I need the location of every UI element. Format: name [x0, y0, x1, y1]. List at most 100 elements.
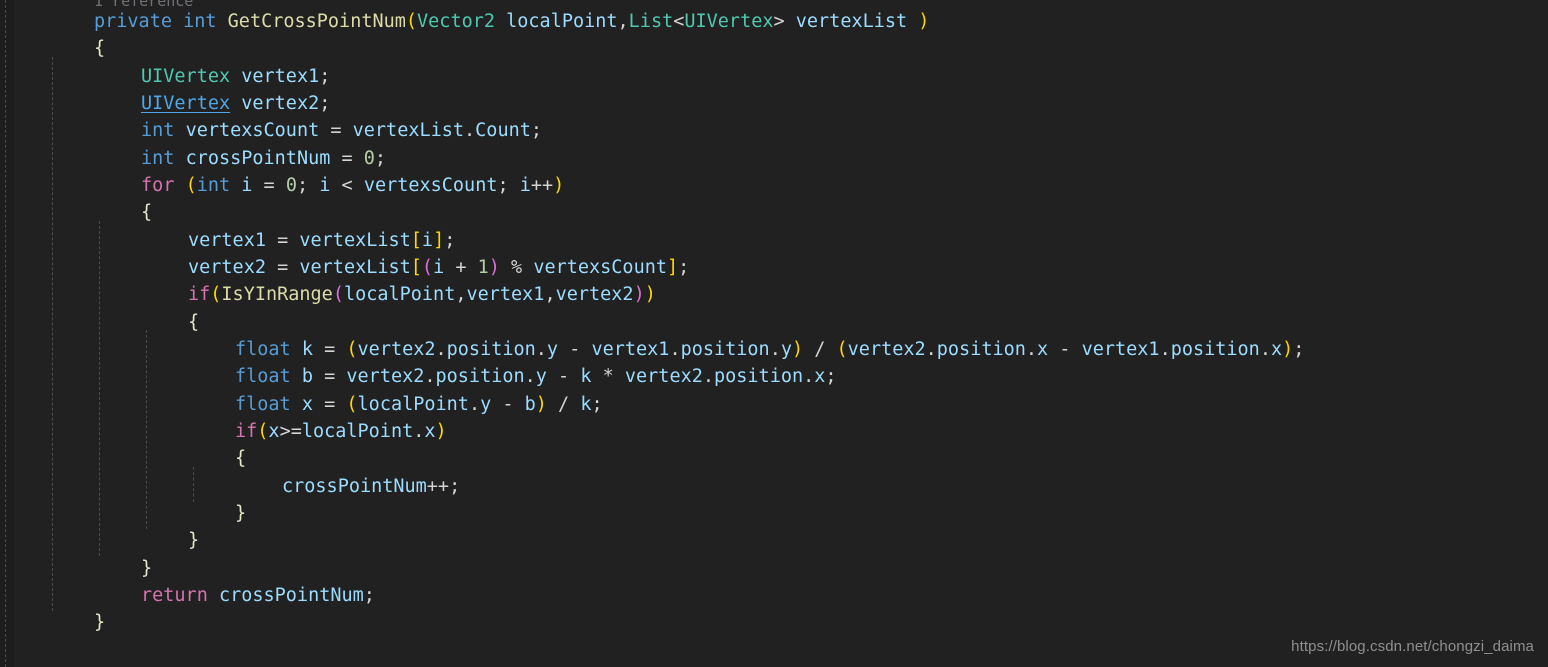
code-editor-viewport[interactable]: 1 reference private int GetCrossPointNum…: [0, 0, 1548, 667]
code-token: .: [435, 339, 447, 360]
code-token: vertexsCount: [185, 120, 320, 141]
code-line[interactable]: private int GetCrossPointNum(Vector2 loc…: [0, 8, 929, 35]
code-token: ,: [544, 284, 556, 305]
code-token: <: [330, 175, 364, 196]
code-token: (: [257, 421, 269, 442]
code-token: int: [141, 120, 175, 141]
code-token: ): [791, 339, 804, 360]
code-token: IsYInRange: [221, 284, 333, 305]
code-token: UIVertex: [141, 93, 231, 114]
code-token: -: [558, 339, 592, 360]
code-token: vertex1: [241, 66, 320, 87]
code-token: =: [312, 339, 347, 360]
code-token: ;: [374, 148, 387, 169]
code-token: (: [185, 175, 197, 196]
code-token: localPoint: [506, 11, 618, 32]
code-token: ;: [296, 175, 320, 196]
code-token: .: [424, 366, 436, 387]
code-line[interactable]: crossPointNum++;: [0, 473, 460, 500]
code-token: localPoint: [301, 421, 414, 442]
code-token: .: [769, 339, 781, 360]
code-token: (: [346, 394, 358, 415]
code-token: y: [480, 394, 492, 415]
code-line[interactable]: vertex1 = vertexList[i];: [0, 227, 455, 254]
code-token: vertexsCount: [533, 257, 667, 278]
code-line[interactable]: }: [0, 500, 246, 527]
code-token: vertex2: [847, 339, 926, 360]
code-line[interactable]: return crossPointNum;: [0, 582, 375, 609]
code-token: .: [925, 339, 937, 360]
code-token: crossPointNum: [185, 148, 331, 169]
code-token: [: [410, 230, 422, 251]
code-line[interactable]: UIVertex vertex2;: [0, 90, 330, 117]
code-token: ): [1282, 339, 1294, 360]
code-line[interactable]: if(IsYInRange(localPoint,vertex1,vertex2…: [0, 281, 656, 308]
code-line[interactable]: float x = (localPoint.y - b) / k;: [0, 391, 603, 418]
code-token: float: [235, 394, 291, 415]
code-token: ++;: [426, 476, 461, 497]
code-line[interactable]: }: [0, 555, 152, 582]
code-token: x: [1270, 339, 1283, 360]
code-token: vertex2: [624, 366, 703, 387]
code-line[interactable]: {: [0, 309, 199, 336]
code-token: vertex1: [188, 230, 266, 251]
code-token: i: [433, 257, 445, 278]
code-token: .: [702, 366, 714, 387]
code-line[interactable]: UIVertex vertex1;: [0, 63, 330, 90]
code-token: .: [1259, 339, 1271, 360]
code-token: vertex2: [357, 339, 436, 360]
code-token: i: [241, 175, 253, 196]
code-token: 0: [363, 148, 375, 169]
code-token: vertex2: [188, 257, 266, 278]
code-token: y: [546, 339, 559, 360]
code-token: .: [413, 421, 425, 442]
code-line[interactable]: {: [0, 35, 105, 62]
code-token: position: [435, 366, 525, 387]
code-line[interactable]: for (int i = 0; i < vertexsCount; i++): [0, 172, 564, 199]
code-token: .: [468, 394, 481, 415]
code-token: 1: [477, 257, 489, 278]
code-token: -: [491, 394, 525, 415]
code-token: vertex2: [555, 284, 634, 305]
code-token: %: [499, 257, 534, 278]
code-token: int: [183, 11, 217, 32]
code-token: =: [265, 257, 300, 278]
code-line[interactable]: vertex2 = vertexList[(i + 1) % vertexsCo…: [0, 254, 689, 281]
code-token: =: [265, 230, 300, 251]
code-line[interactable]: float b = vertex2.position.y - k * verte…: [0, 363, 837, 390]
code-token: ,: [455, 284, 467, 305]
code-token: -: [546, 366, 581, 387]
code-token: .: [535, 339, 547, 360]
code-token: =: [252, 175, 286, 196]
code-token: float: [235, 339, 291, 360]
code-token: (: [836, 339, 848, 360]
code-token: +: [444, 257, 478, 278]
code-token: for: [141, 175, 175, 196]
code-line[interactable]: }: [0, 527, 199, 554]
code-token: >: [773, 11, 785, 32]
code-line[interactable]: if(x>=localPoint.x): [0, 418, 447, 445]
code-token: position: [680, 339, 770, 360]
code-token: (: [346, 339, 358, 360]
code-token: k: [301, 339, 313, 360]
code-token: position: [936, 339, 1026, 360]
code-line[interactable]: int vertexsCount = vertexList.Count;: [0, 117, 542, 144]
code-line[interactable]: {: [0, 445, 246, 472]
code-token: crossPointNum: [218, 585, 364, 606]
code-line[interactable]: float k = (vertex2.position.y - vertex1.…: [0, 336, 1304, 363]
code-line[interactable]: int crossPointNum = 0;: [0, 145, 386, 172]
code-token: ;: [530, 120, 543, 141]
code-token: ;: [444, 230, 456, 251]
code-line[interactable]: }: [0, 609, 105, 636]
code-content[interactable]: private int GetCrossPointNum(Vector2 loc…: [0, 0, 1548, 667]
code-token: }: [94, 612, 106, 633]
code-token: i: [421, 230, 434, 251]
code-token: x: [1037, 339, 1049, 360]
code-line[interactable]: {: [0, 199, 152, 226]
code-token: y: [780, 339, 792, 360]
